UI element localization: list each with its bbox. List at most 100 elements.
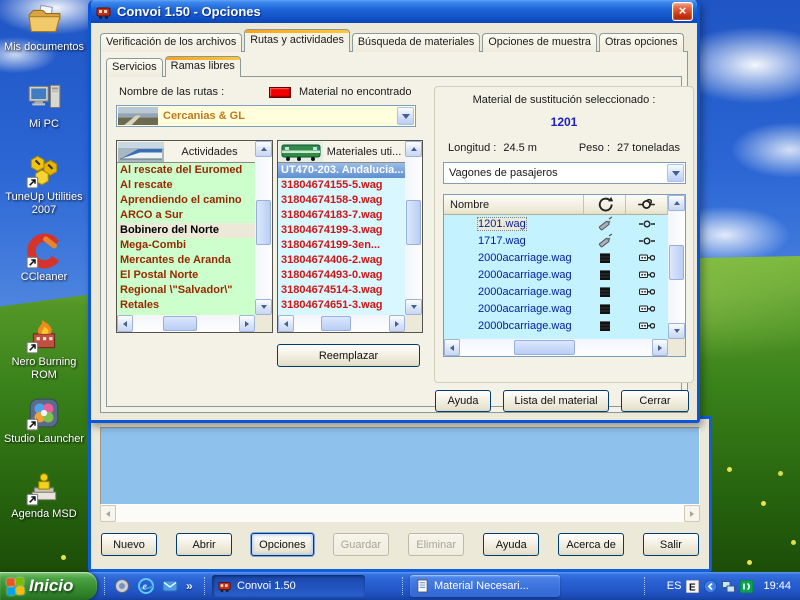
desktop-icon-ccleaner[interactable]: CCleaner — [2, 233, 86, 284]
desktop-icon-agenda-msd[interactable]: Agenda MSD — [2, 470, 86, 521]
app-icon[interactable] — [114, 578, 130, 594]
coupling-icon[interactable] — [626, 195, 668, 215]
desktop-icon-my-documents[interactable]: Mis documentos — [2, 3, 86, 54]
activity-item[interactable]: ARCO a Sur — [117, 208, 255, 223]
network-icon[interactable] — [722, 580, 735, 593]
scroll-thumb[interactable] — [256, 200, 271, 245]
table-row[interactable]: 1201.wag — [444, 215, 668, 232]
materials-horizontal-scrollbar[interactable] — [278, 315, 405, 332]
scroll-track[interactable] — [460, 339, 652, 356]
scroll-button[interactable] — [100, 505, 116, 522]
material-item[interactable]: UT470-203. Andalucia... — [278, 163, 405, 178]
activity-item[interactable]: Mega-Combi — [117, 238, 255, 253]
wagon-table-vertical-scrollbar[interactable] — [668, 195, 685, 339]
scroll-button[interactable] — [405, 141, 422, 157]
activity-item[interactable]: Aprendiendo el camino — [117, 193, 255, 208]
green-app-icon[interactable] — [740, 580, 753, 593]
material-item[interactable]: 31804674155-5.wag — [278, 178, 405, 193]
scroll-button[interactable] — [652, 339, 668, 356]
scroll-button[interactable] — [444, 339, 460, 356]
tab-rutas-y-actividades[interactable]: Rutas y actividades — [244, 29, 350, 52]
material-item[interactable]: 31804674406-2.wag — [278, 253, 405, 268]
scroll-button[interactable] — [239, 315, 255, 332]
table-row[interactable]: 1717.wag — [444, 232, 668, 249]
scroll-button[interactable] — [684, 505, 700, 522]
scroll-button[interactable] — [255, 141, 272, 157]
activity-item[interactable]: Regional \"Salvador\" — [117, 283, 255, 298]
route-combobox[interactable]: Cercanias & GL — [116, 105, 416, 127]
scroll-track[interactable] — [405, 157, 422, 299]
cerrar-button[interactable]: Cerrar — [621, 390, 689, 412]
ayuda-button[interactable]: Ayuda — [435, 390, 491, 412]
scroll-track[interactable] — [668, 211, 685, 323]
tab-opciones-de-muestra[interactable]: Opciones de muestra — [482, 33, 597, 52]
hide-icons-chevron[interactable] — [704, 580, 717, 593]
category-dropdown-button[interactable] — [667, 164, 684, 182]
scroll-thumb[interactable] — [406, 200, 421, 245]
scroll-thumb[interactable] — [163, 316, 197, 331]
dialog-titlebar[interactable]: Convoi 1.50 - Opciones × — [91, 0, 697, 23]
tab-verificaci-n-de-los-archivos[interactable]: Verificación de los archivos — [100, 33, 242, 52]
table-row[interactable]: 2000acarriage.wag — [444, 283, 668, 300]
tab-otras-opciones[interactable]: Otras opciones — [599, 33, 684, 52]
table-row[interactable]: 2000bcarriage.wag — [444, 317, 668, 334]
scroll-thumb[interactable] — [514, 340, 575, 355]
activity-item[interactable]: Bobinero del Norte — [117, 223, 255, 238]
nuevo-button[interactable]: Nuevo — [101, 533, 157, 556]
quick-launch-overflow[interactable]: » — [186, 579, 193, 593]
close-button[interactable]: × — [672, 2, 693, 21]
table-row[interactable]: 2000acarriage.wag — [444, 300, 668, 317]
material-item[interactable]: 31804674514-3.wag — [278, 283, 405, 298]
desktop-icon-my-computer[interactable]: Mi PC — [2, 80, 86, 131]
activity-item[interactable]: Al rescate — [117, 178, 255, 193]
activity-item[interactable]: El Postal Norte — [117, 268, 255, 283]
activity-item[interactable]: Al rescate del Euromed — [117, 163, 255, 178]
salir-button[interactable]: Salir — [643, 533, 699, 556]
main-window-content-area[interactable] — [100, 427, 700, 505]
wagon-table-horizontal-scrollbar[interactable] — [444, 339, 668, 356]
scroll-button[interactable] — [668, 195, 685, 211]
abrir-button[interactable]: Abrir — [176, 533, 232, 556]
material-item[interactable]: 31804674651-3.wag — [278, 298, 405, 313]
activities-vertical-scrollbar[interactable] — [255, 141, 272, 315]
scroll-button[interactable] — [278, 315, 294, 332]
replace-button[interactable]: Reemplazar — [277, 344, 420, 367]
material-item[interactable]: 31804674183-7.wag — [278, 208, 405, 223]
acerca-de-button[interactable]: Acerca de — [558, 533, 624, 556]
activity-item[interactable]: Retales — [117, 298, 255, 313]
taskbar-button-convoi[interactable]: Convoi 1.50 — [212, 575, 365, 597]
desktop-icon-tuneup[interactable]: TuneUp Utilities 2007 — [2, 153, 86, 217]
desktop-icon-nero[interactable]: Nero Burning ROM — [2, 318, 86, 382]
start-button[interactable]: Inicio — [0, 572, 97, 600]
material-item[interactable]: 31804674199-3en... — [278, 238, 405, 253]
taskbar-button-material[interactable]: Material Necesari... — [410, 575, 560, 597]
opciones-button[interactable]: Opciones — [251, 533, 313, 556]
tray-e-icon[interactable]: E — [686, 580, 699, 593]
reverse-icon[interactable] — [584, 195, 626, 215]
subtab-ramas-libres[interactable]: Ramas libres — [165, 56, 241, 77]
desktop-icon-studio-launcher[interactable]: Studio Launcher — [2, 395, 86, 446]
scroll-track[interactable] — [255, 157, 272, 299]
table-row[interactable]: 2000acarriage.wag — [444, 249, 668, 266]
scroll-button[interactable] — [405, 299, 422, 315]
scroll-thumb[interactable] — [321, 316, 351, 331]
scroll-track[interactable] — [294, 315, 389, 332]
scroll-button[interactable] — [668, 323, 685, 339]
route-dropdown-button[interactable] — [397, 107, 414, 125]
scroll-button[interactable] — [389, 315, 405, 332]
lista-del-material-button[interactable]: Lista del material — [503, 390, 609, 412]
outlook-express-icon[interactable] — [162, 578, 178, 594]
table-row[interactable]: 2000acarriage.wag — [444, 266, 668, 283]
materials-vertical-scrollbar[interactable] — [405, 141, 422, 315]
main-window-horizontal-scrollbar[interactable] — [100, 505, 700, 522]
internet-explorer-icon[interactable]: e — [138, 578, 154, 594]
activity-item[interactable]: Mercantes de Aranda — [117, 253, 255, 268]
material-item[interactable]: 31804674493-0.wag — [278, 268, 405, 283]
scroll-track[interactable] — [116, 505, 684, 522]
scroll-button[interactable] — [255, 299, 272, 315]
scroll-button[interactable] — [117, 315, 133, 332]
tab-b-squeda-de-materiales[interactable]: Búsqueda de materiales — [352, 33, 480, 52]
name-column-header[interactable]: Nombre — [444, 195, 584, 215]
ayuda-button[interactable]: Ayuda — [483, 533, 539, 556]
activities-horizontal-scrollbar[interactable] — [117, 315, 255, 332]
